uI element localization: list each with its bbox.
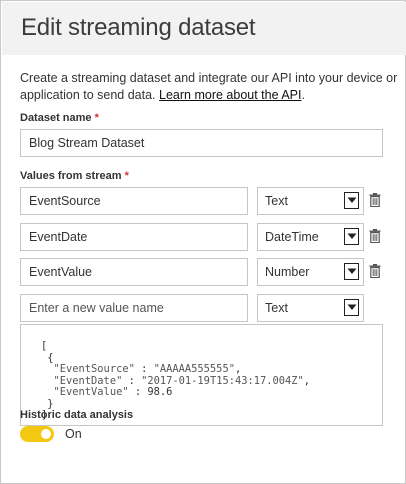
new-value-name-input[interactable]: Enter a new value name (20, 294, 248, 322)
json-open-bracket: [ (41, 340, 382, 353)
json-comma: , (303, 374, 311, 387)
json-key: "EventValue" (53, 386, 129, 398)
dataset-name-label: Dataset name * (20, 112, 99, 124)
historic-data-analysis-label: Historic data analysis (20, 409, 134, 421)
value-name-input-eventsource[interactable]: EventSource (20, 187, 248, 215)
edit-streaming-dataset-dialog: Edit streaming dataset Create a streamin… (0, 0, 406, 484)
json-comma: , (234, 363, 242, 375)
chevron-down-icon[interactable] (344, 192, 359, 209)
json-value: "AAAAA555555" (153, 363, 235, 375)
value-type-selected: Number (265, 265, 310, 279)
value-type-selected: Text (265, 301, 288, 315)
json-value: 98.6 (147, 386, 173, 398)
values-from-stream-label: Values from stream * (20, 170, 129, 182)
json-line-eventvalue: "EventValue" : 98.6 (41, 386, 382, 399)
new-value-type-select[interactable]: Text (257, 294, 364, 322)
json-sep: : (128, 386, 148, 398)
description-period: . (301, 88, 305, 102)
json-key: "EventDate" (53, 374, 123, 387)
trash-icon[interactable] (369, 229, 381, 243)
value-type-select-eventvalue[interactable]: Number (257, 258, 364, 286)
chevron-down-icon[interactable] (344, 263, 359, 280)
dataset-name-label-text: Dataset name (20, 112, 92, 124)
json-token: } (47, 397, 54, 410)
json-token: { (47, 351, 54, 364)
value-type-select-eventdate[interactable]: DateTime (257, 223, 364, 251)
trash-icon[interactable] (369, 264, 381, 278)
toggle-knob (41, 429, 51, 439)
historic-data-toggle[interactable] (20, 426, 54, 442)
value-type-selected: Text (265, 194, 288, 208)
trash-icon[interactable] (369, 193, 381, 207)
learn-more-link[interactable]: Learn more about the API (159, 88, 301, 102)
dataset-name-input[interactable]: Blog Stream Dataset (20, 129, 383, 157)
value-type-select-eventsource[interactable]: Text (257, 187, 364, 215)
json-sep: : (122, 374, 142, 387)
json-token: [ (41, 340, 48, 352)
chevron-down-icon[interactable] (344, 228, 359, 245)
chevron-down-icon[interactable] (344, 299, 359, 316)
dialog-header: Edit streaming dataset (2, 2, 406, 55)
value-name-input-eventdate[interactable]: EventDate (20, 223, 248, 251)
required-marker: * (124, 170, 129, 182)
json-value: "2017-01-19T15:43:17.004Z" (141, 374, 304, 387)
toggle-state-label: On (65, 427, 82, 441)
json-key: "EventSource" (53, 363, 135, 375)
value-name-input-eventvalue[interactable]: EventValue (20, 258, 248, 286)
values-from-stream-label-text: Values from stream (20, 170, 122, 182)
dialog-description: Create a streaming dataset and integrate… (20, 70, 400, 104)
value-type-selected: DateTime (265, 230, 319, 244)
required-marker: * (94, 112, 99, 124)
dialog-title: Edit streaming dataset (21, 14, 256, 41)
json-sep: : (134, 363, 154, 375)
